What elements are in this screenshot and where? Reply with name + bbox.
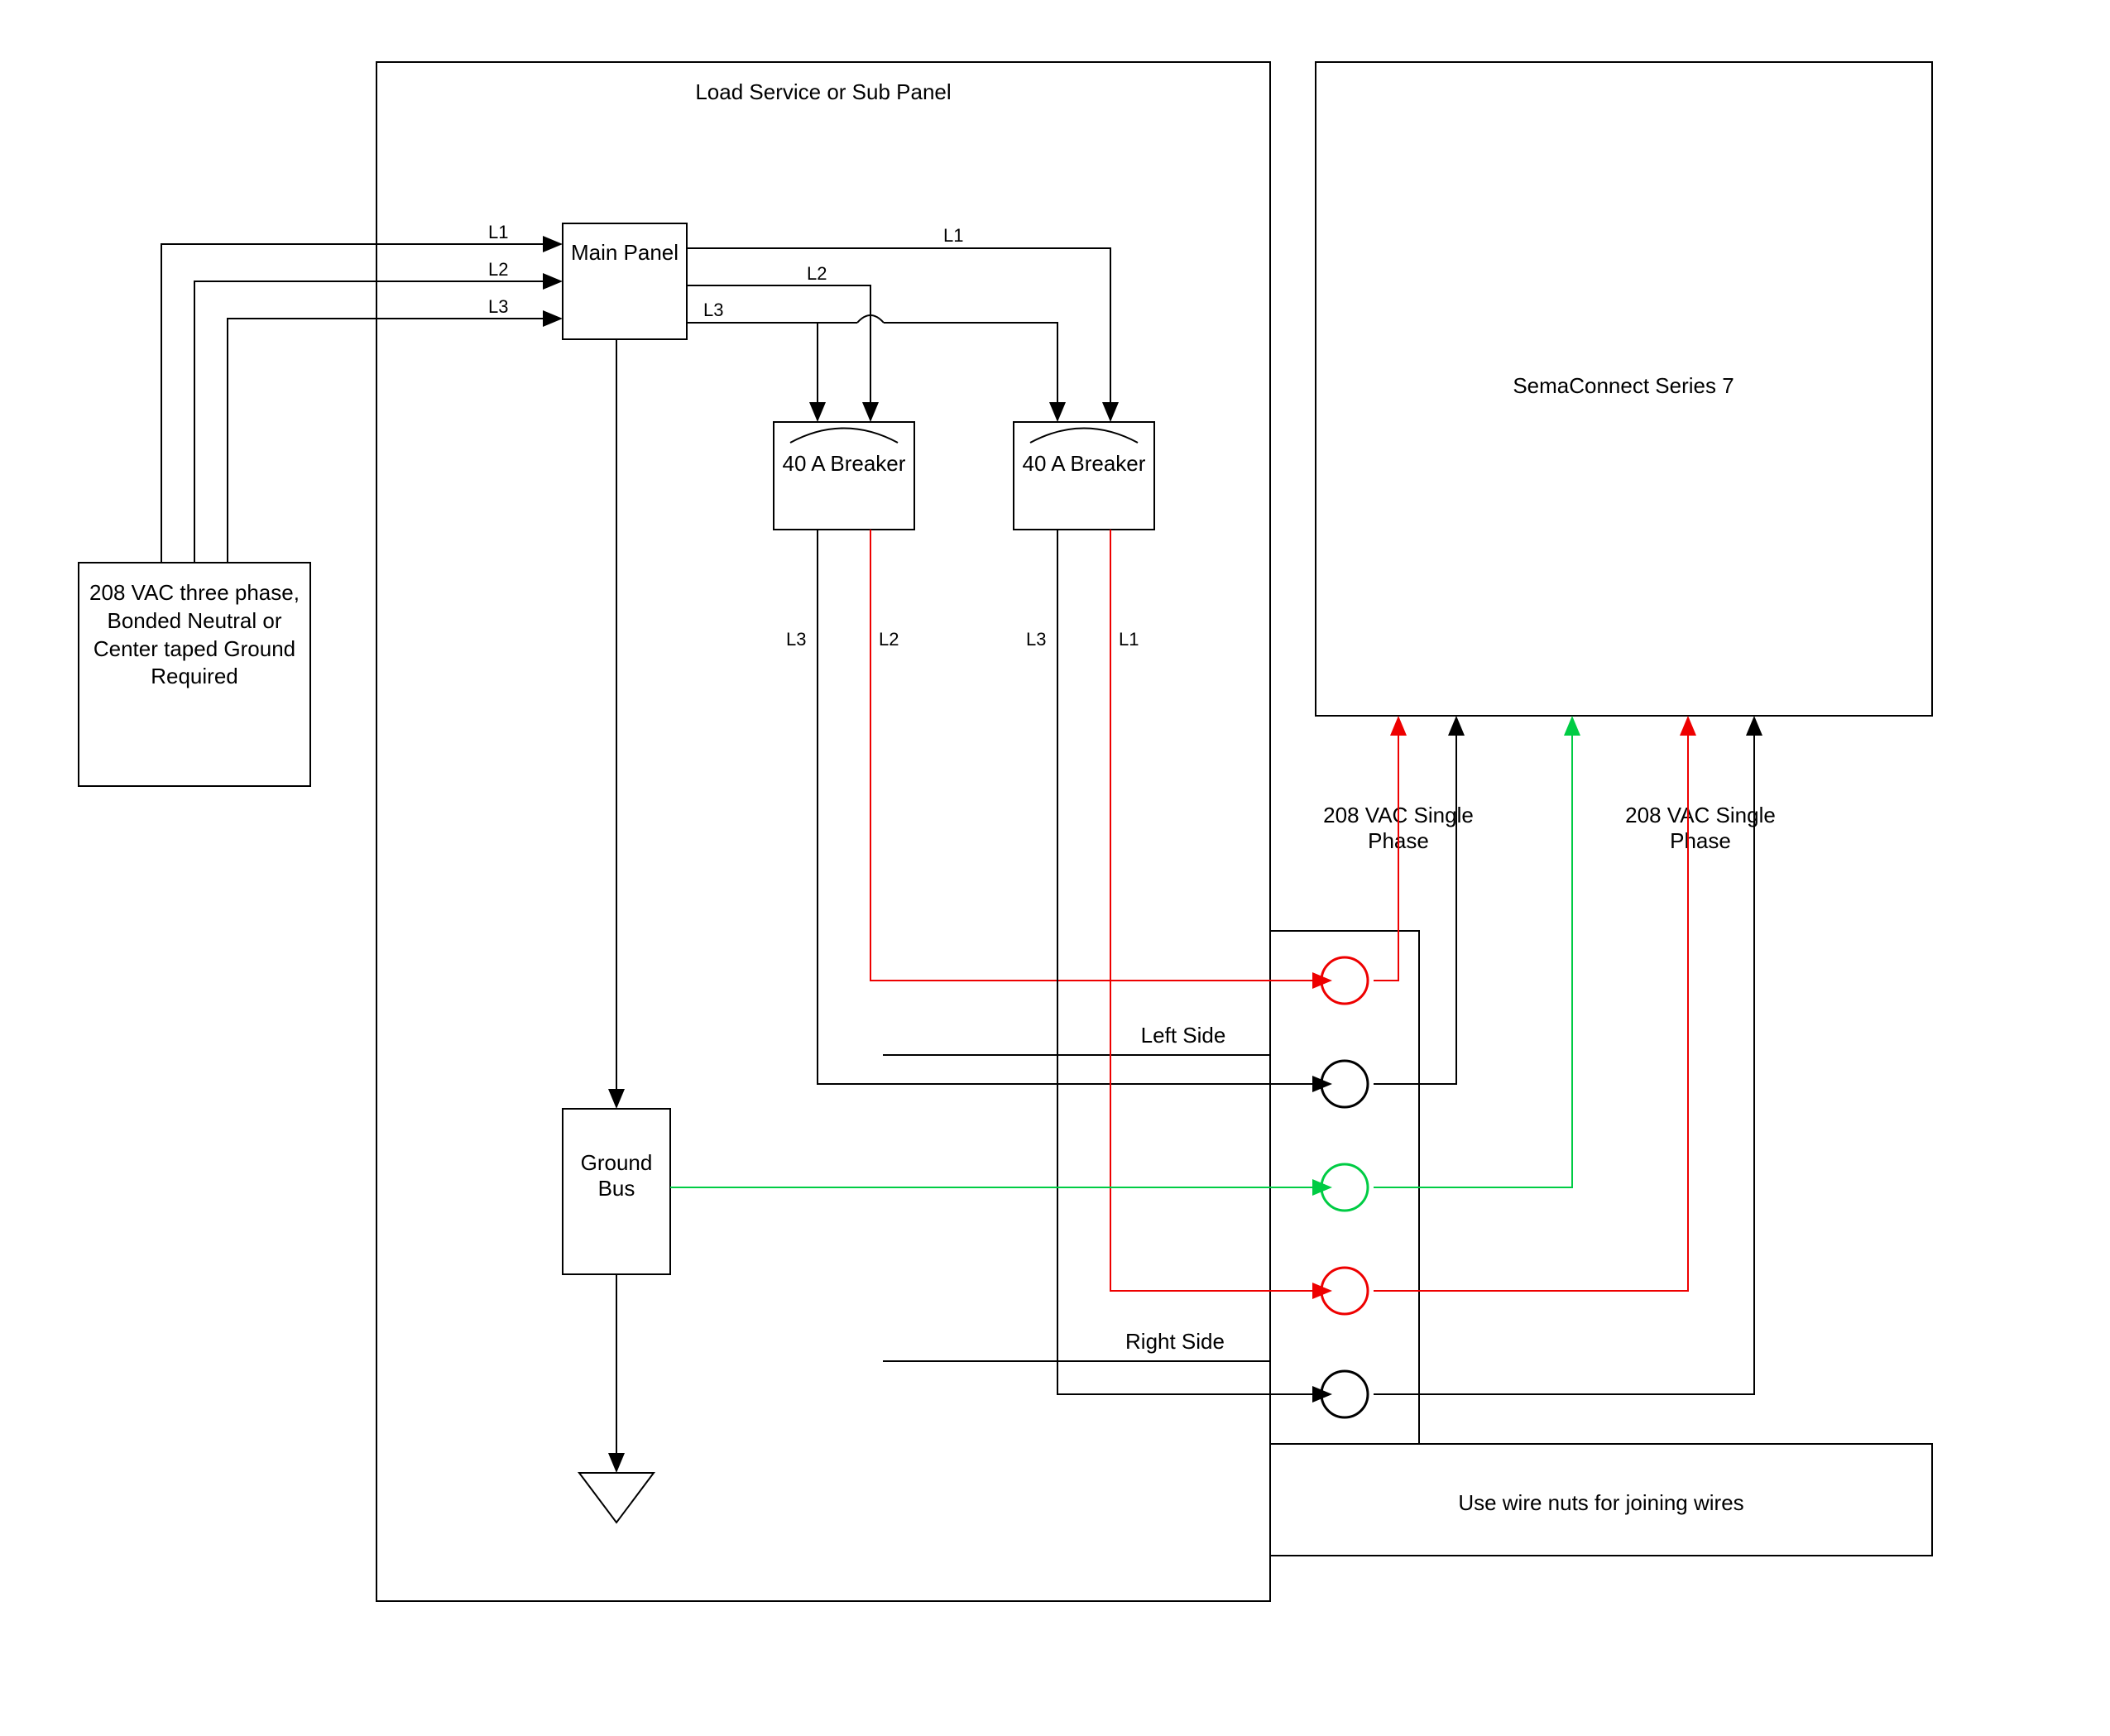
lbl-src-l2: L2	[488, 259, 508, 280]
terminal-3-green	[1321, 1164, 1368, 1211]
lbl-b1-l2: L2	[879, 629, 899, 650]
left-side-label: Left Side	[1141, 1023, 1226, 1048]
terminal-1-red	[1321, 957, 1368, 1004]
note-text: Use wire nuts for joining wires	[1458, 1490, 1743, 1515]
terminal-5-black	[1321, 1371, 1368, 1417]
sub-panel-box	[376, 62, 1270, 1601]
lbl-src-l3: L3	[488, 296, 508, 317]
lbl-b1-l3: L3	[786, 629, 806, 650]
vac-label-right: 208 VAC Single Phase	[1625, 803, 1776, 853]
lbl-mp-l1: L1	[943, 225, 963, 246]
device-text: SemaConnect Series 7	[1513, 373, 1734, 398]
lbl-mp-l2: L2	[807, 263, 827, 284]
right-side-label: Right Side	[1125, 1329, 1225, 1354]
lbl-b2-l3: L3	[1026, 629, 1046, 650]
terminal-2-black	[1321, 1061, 1368, 1107]
lbl-b2-l1: L1	[1119, 629, 1139, 650]
ground-bus-text: Ground Bus	[581, 1150, 653, 1201]
lbl-src-l1: L1	[488, 222, 508, 242]
source-box-text: 208 VAC three phase, Bonded Neutral or C…	[89, 580, 300, 688]
terminal-4-red	[1321, 1268, 1368, 1314]
sub-panel-title: Load Service or Sub Panel	[695, 79, 951, 104]
breaker-1-text: 40 A Breaker	[783, 451, 906, 476]
breaker-2-text: 40 A Breaker	[1023, 451, 1146, 476]
wiring-diagram: Load Service or Sub Panel 208 VAC three …	[0, 0, 2110, 1736]
lbl-mp-l3: L3	[703, 300, 723, 320]
main-panel-text: Main Panel	[571, 240, 679, 265]
